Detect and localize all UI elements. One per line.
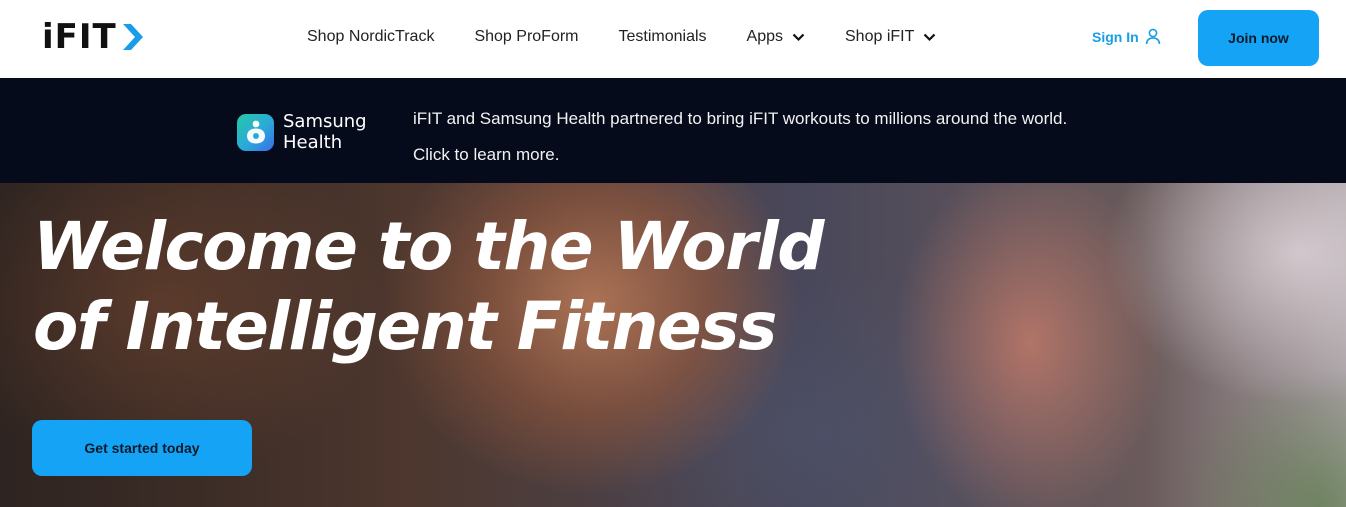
- samsung-health-icon: [237, 113, 274, 151]
- site-header: iFIT Shop NordicTrack Shop ProForm Testi…: [0, 0, 1346, 78]
- nav-shop-proform[interactable]: Shop ProForm: [474, 26, 578, 48]
- banner-learn-more-link[interactable]: Click to learn more.: [413, 137, 1067, 173]
- main-nav: Shop NordicTrack Shop ProForm Testimonia…: [307, 26, 936, 48]
- nav-apps-dropdown[interactable]: Apps: [747, 26, 805, 48]
- user-icon: [1145, 28, 1160, 45]
- ifit-chevron-icon: [122, 24, 143, 50]
- samsung-health-logo: Samsung Health: [237, 111, 367, 153]
- sign-in-link[interactable]: Sign In: [1092, 28, 1161, 45]
- get-started-button[interactable]: Get started today: [32, 420, 252, 476]
- hero-title: Welcome to the World of Intelligent Fitn…: [33, 207, 825, 367]
- chevron-down-icon: [924, 33, 936, 41]
- nav-label: Shop iFIT: [845, 28, 915, 45]
- join-now-button[interactable]: Join now: [1198, 10, 1319, 66]
- nav-label: Shop ProForm: [474, 28, 579, 45]
- nav-shop-nordictrack[interactable]: Shop NordicTrack: [307, 26, 434, 48]
- partner-banner[interactable]: Samsung Health iFIT and Samsung Health p…: [0, 78, 1346, 183]
- nav-label: Testimonials: [618, 28, 707, 45]
- nav-shop-ifit-dropdown[interactable]: Shop iFIT: [845, 26, 936, 48]
- banner-message-block[interactable]: iFIT and Samsung Health partnered to bri…: [413, 101, 1067, 173]
- hero-title-line1: Welcome to the World: [33, 208, 825, 285]
- samsung-health-wordmark: Samsung Health: [283, 111, 367, 153]
- banner-message: iFIT and Samsung Health partnered to bri…: [413, 109, 1068, 128]
- partner-name-line2: Health: [283, 132, 343, 153]
- nav-testimonials[interactable]: Testimonials: [619, 26, 707, 48]
- chevron-down-icon: [792, 33, 805, 41]
- sign-in-label: Sign In: [1092, 28, 1139, 45]
- hero-section: Welcome to the World of Intelligent Fitn…: [0, 183, 1346, 507]
- logo-text: iFIT: [42, 17, 117, 57]
- partner-name-line1: Samsung: [283, 111, 367, 132]
- nav-label: Shop NordicTrack: [307, 28, 435, 45]
- nav-label: Apps: [746, 28, 783, 45]
- hero-title-line2: of Intelligent Fitness: [33, 288, 777, 365]
- ifit-logo[interactable]: iFIT: [42, 18, 145, 56]
